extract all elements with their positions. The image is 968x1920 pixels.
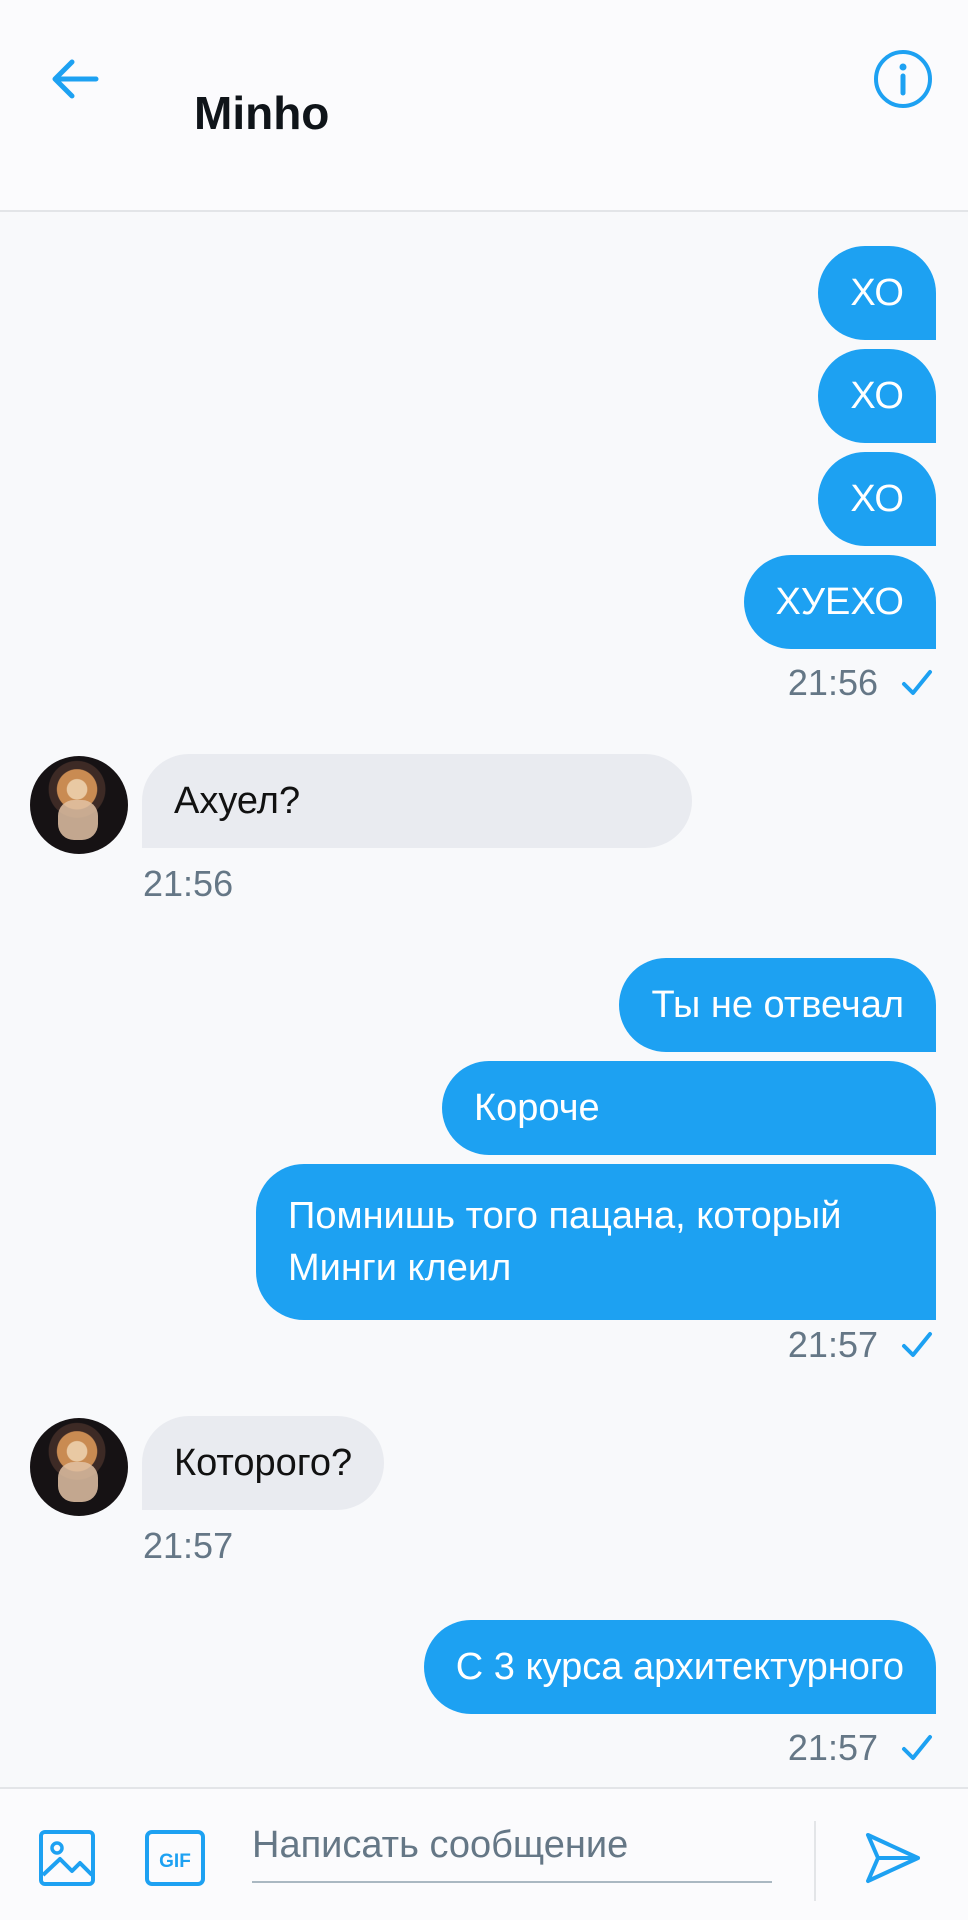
message-timestamp: 21:57 xyxy=(787,1324,878,1365)
sent-check-icon xyxy=(902,1735,932,1760)
message-bubble-outgoing[interactable]: Ты не отвечал xyxy=(619,958,936,1052)
message-input[interactable] xyxy=(252,1809,772,1883)
back-arrow-icon[interactable] xyxy=(44,48,106,110)
conversation-title: Minho xyxy=(194,87,330,139)
message-bubble-outgoing[interactable]: ХО xyxy=(818,349,936,443)
image-icon[interactable] xyxy=(38,1829,96,1887)
sent-check-icon xyxy=(902,670,932,695)
message-timestamp: 21:57 xyxy=(143,1525,234,1566)
message-bubble-outgoing[interactable]: С 3 курса архитектурного xyxy=(423,1620,936,1714)
contact-avatar[interactable] xyxy=(30,1418,128,1516)
message-list[interactable]: ХО ХО ХО ХУЕХО 21:56 Ахуел? 21:56 Ты не … xyxy=(0,212,968,1787)
chat-header: Minho xyxy=(0,0,968,212)
send-icon[interactable] xyxy=(862,1827,924,1889)
message-bubble-incoming[interactable]: Ахуел? xyxy=(142,754,692,848)
composer-divider xyxy=(814,1821,816,1901)
gif-icon[interactable]: GIF xyxy=(144,1829,206,1887)
message-timestamp: 21:57 xyxy=(787,1727,878,1768)
message-timestamp: 21:56 xyxy=(787,662,878,703)
info-icon[interactable] xyxy=(872,48,934,110)
message-bubble-outgoing[interactable]: Помнишь того пацана, который Минги клеил xyxy=(256,1164,936,1320)
message-timestamp: 21:56 xyxy=(143,863,234,904)
message-bubble-outgoing[interactable]: ХО xyxy=(818,452,936,546)
gif-label: GIF xyxy=(159,1851,191,1872)
contact-avatar[interactable] xyxy=(30,756,128,854)
sent-check-icon xyxy=(902,1332,932,1357)
message-bubble-outgoing[interactable]: Короче xyxy=(442,1061,936,1155)
message-composer: GIF xyxy=(0,1787,968,1920)
message-bubble-outgoing[interactable]: ХО xyxy=(818,246,936,340)
message-bubble-incoming[interactable]: Которого? xyxy=(142,1416,385,1510)
message-bubble-outgoing[interactable]: ХУЕХО xyxy=(743,555,936,649)
